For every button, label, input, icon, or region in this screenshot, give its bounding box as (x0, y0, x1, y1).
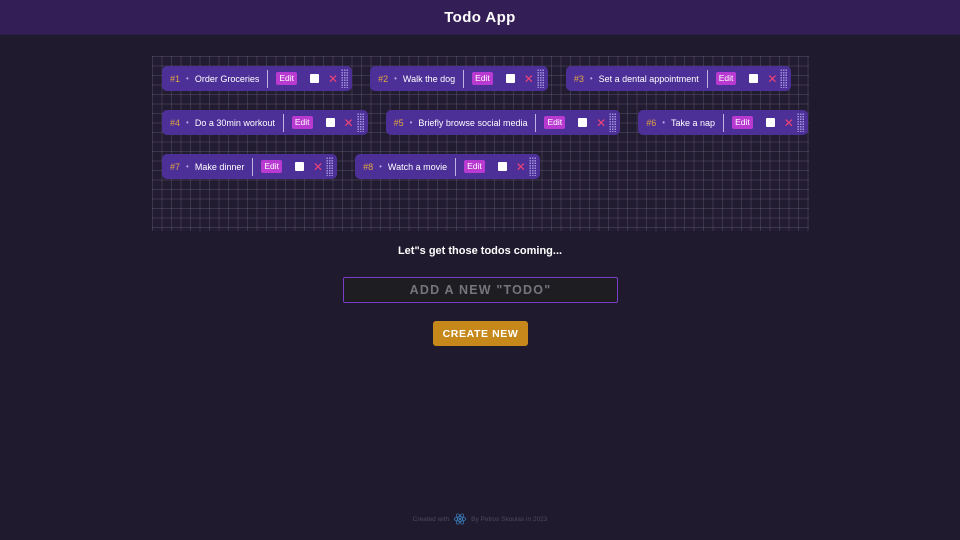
edit-button[interactable]: Edit (464, 160, 485, 173)
footer: Created with By Petros Skoulas in 2023 (0, 512, 960, 526)
todo-item: #7 • Make dinner Edit ✕ (162, 154, 338, 179)
edit-button[interactable]: Edit (261, 160, 283, 173)
dot-separator: • (186, 118, 189, 127)
todo-title: Take a nap (671, 117, 716, 128)
new-todo-input[interactable] (343, 277, 618, 303)
delete-icon[interactable]: ✕ (328, 73, 338, 85)
dot-separator: • (589, 74, 593, 83)
todo-item: #8 • Watch a movie Edit ✕ (355, 154, 540, 179)
todo-number: #5 (393, 117, 404, 128)
todo-row-2: #4 • Do a 30min workout Edit ✕ #5 • Brie… (162, 110, 808, 135)
delete-icon[interactable]: ✕ (767, 73, 777, 85)
todo-number: #8 (363, 161, 374, 172)
todo-title: Watch a movie (387, 161, 448, 172)
edit-button[interactable]: Edit (732, 116, 753, 129)
divider (723, 113, 725, 132)
todo-number: #6 (646, 117, 657, 128)
edit-button[interactable]: Edit (544, 116, 566, 129)
todo-item: #3 • Set a dental appointment Edit ✕ (565, 66, 792, 91)
complete-checkbox[interactable] (295, 162, 305, 171)
delete-icon[interactable]: ✕ (313, 161, 323, 173)
todo-item: #4 • Do a 30min workout Edit ✕ (162, 110, 368, 135)
footer-credit: By Petros Skoulas in 2023 (471, 515, 548, 523)
react-logo-icon (453, 513, 467, 525)
dot-separator: • (186, 162, 189, 171)
todo-title: Make dinner (194, 161, 245, 172)
delete-icon[interactable]: ✕ (524, 73, 534, 85)
tagline: Let"s get those todos coming... (397, 245, 563, 257)
todo-row-1: #1 • Order Groceries Edit ✕ #2 • Walk th… (162, 66, 792, 91)
divider (282, 113, 284, 132)
divider (706, 69, 708, 88)
todo-item: #6 • Take a nap Edit ✕ (638, 110, 808, 135)
edit-button[interactable]: Edit (715, 72, 737, 85)
divider (463, 69, 465, 88)
todo-row-3: #7 • Make dinner Edit ✕ #8 • Watch a mov… (162, 154, 540, 179)
complete-checkbox[interactable] (310, 74, 320, 83)
todo-board: #1 • Order Groceries Edit ✕ #2 • Walk th… (152, 56, 809, 231)
dot-separator: • (662, 118, 666, 127)
todo-title: Order Groceries (194, 73, 260, 84)
app-title: Todo App (444, 8, 516, 26)
todo-title: Walk the dog (402, 73, 456, 84)
complete-checkbox[interactable] (505, 74, 515, 83)
delete-icon[interactable]: ✕ (516, 161, 526, 173)
divider (535, 113, 537, 132)
complete-checkbox[interactable] (765, 118, 775, 127)
complete-checkbox[interactable] (749, 74, 759, 83)
dot-separator: • (394, 74, 397, 83)
todo-number: #2 (378, 73, 389, 84)
todo-item: #2 • Walk the dog Edit ✕ (370, 66, 548, 91)
todo-number: #7 (170, 161, 181, 172)
todo-item: #5 • Briefly browse social media Edit ✕ (385, 110, 621, 135)
todo-title: Set a dental appointment (598, 73, 699, 84)
todo-number: #4 (170, 117, 181, 128)
todo-number: #3 (573, 73, 584, 84)
complete-checkbox[interactable] (578, 118, 588, 127)
complete-checkbox[interactable] (497, 162, 507, 171)
todo-item: #1 • Order Groceries Edit ✕ (162, 66, 353, 91)
edit-button[interactable]: Edit (276, 72, 298, 85)
dot-separator: • (186, 74, 189, 83)
dot-separator: • (409, 118, 413, 127)
todo-number: #1 (170, 73, 181, 84)
edit-button[interactable]: Edit (291, 116, 313, 129)
complete-checkbox[interactable] (325, 118, 335, 127)
todo-title: Briefly browse social media (418, 117, 528, 128)
footer-prefix: Created with (412, 515, 450, 523)
divider (252, 157, 254, 176)
delete-icon[interactable]: ✕ (596, 117, 606, 129)
todo-title: Do a 30min workout (194, 117, 275, 128)
app-header: Todo App (0, 0, 960, 35)
delete-icon[interactable]: ✕ (784, 117, 794, 129)
divider (267, 69, 269, 88)
divider (455, 157, 457, 176)
edit-button[interactable]: Edit (472, 72, 493, 85)
create-new-button[interactable]: CREATE NEW (433, 321, 528, 346)
dot-separator: • (379, 162, 382, 171)
delete-icon[interactable]: ✕ (344, 117, 354, 129)
